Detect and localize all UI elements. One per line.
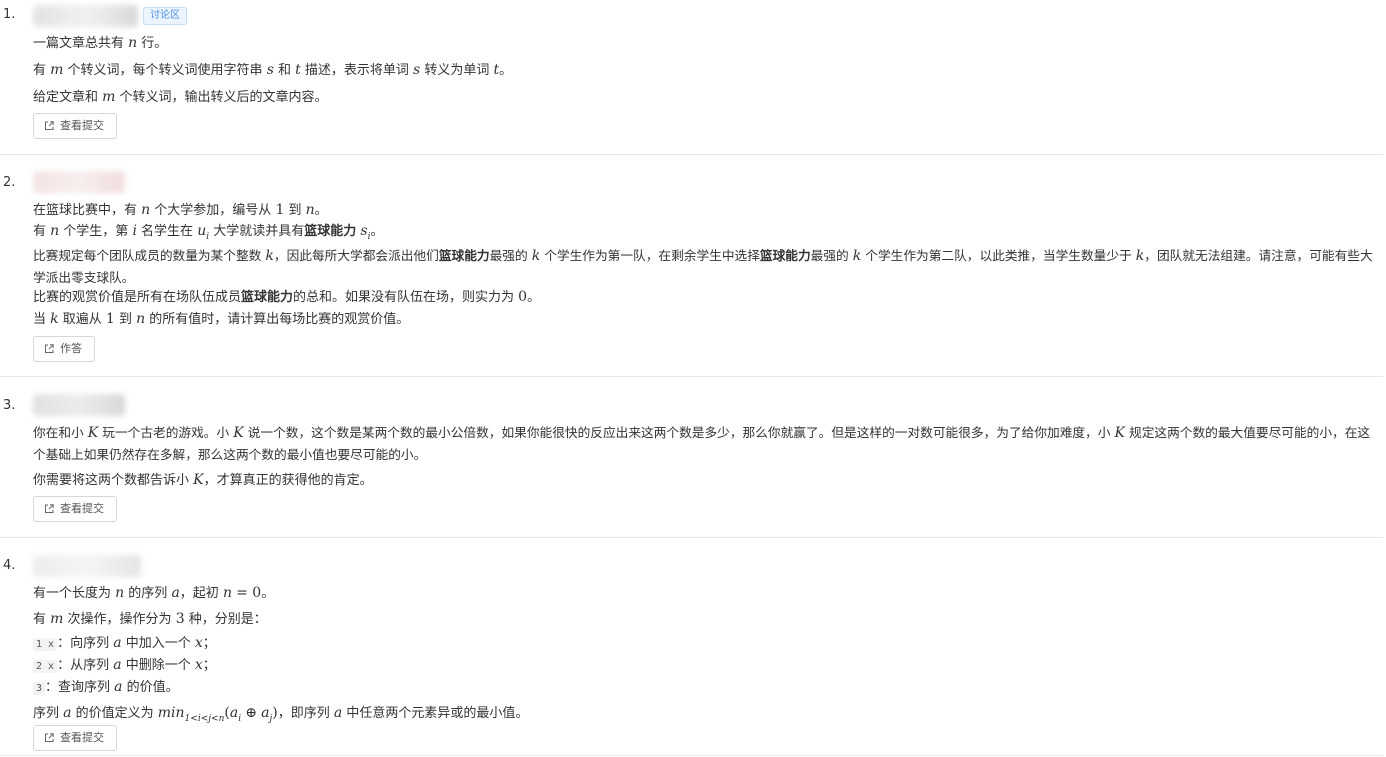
problem-title-redacted[interactable]	[33, 5, 138, 27]
external-link-icon	[45, 504, 54, 513]
problem-number: 1.	[3, 7, 16, 22]
problem-statement-line: 当 k 取遍从 1 到 n 的所有值时，请计算出每场比赛的观赏价值。	[33, 311, 410, 327]
problem-statement-line: 3 ：查询序列 a 的价值。	[33, 678, 1377, 698]
button-label: 查看提交	[60, 731, 104, 744]
problem-title-redacted[interactable]	[33, 394, 125, 416]
problem-card-4: 4. 有一个长度为 n 的序列 a，起初 n = 0。 有 m 次操作，操作分为…	[0, 538, 1383, 756]
problem-statement-line: 比赛规定每个团队成员的数量为某个整数 k，因此每所大学都会派出他们篮球能力最强的…	[33, 248, 1373, 285]
problem-statement-line: 你需要将这两个数都告诉小 K，才算真正的获得他的肯定。	[33, 472, 373, 488]
problem-statement-line: 你在和小 K 玩一个古老的游戏。小 K 说一个数，这个数是某两个数的最小公倍数，…	[33, 425, 1371, 462]
problem-statement-line: 有一个长度为 n 的序列 a，起初 n = 0。	[33, 585, 275, 601]
external-link-icon	[45, 344, 54, 353]
problem-statement-line: 给定文章和 m 个转义词，输出转义后的文章内容。	[33, 89, 328, 105]
discussion-tag[interactable]: 讨论区	[143, 7, 187, 25]
button-label: 查看提交	[60, 502, 104, 515]
problem-statement-line: 序列 a 的价值定义为 min1<i<j<n(ai ⊕ aj)，即序列 a 中任…	[33, 705, 529, 724]
problem-statement-line: 1 x ：向序列 a 中加入一个 x；	[33, 634, 1377, 654]
problem-title-redacted[interactable]	[33, 171, 125, 193]
view-submissions-button[interactable]: 查看提交	[33, 113, 117, 139]
problem-number: 2.	[3, 175, 16, 190]
answer-button[interactable]: 作答	[33, 336, 95, 362]
problem-title-redacted[interactable]	[33, 555, 141, 577]
button-label: 查看提交	[60, 119, 104, 132]
problem-statement-line: 一篇文章总共有 n 行。	[33, 35, 168, 51]
view-submissions-button[interactable]: 查看提交	[33, 725, 117, 751]
problem-statement-line: 2 x ：从序列 a 中删除一个 x；	[33, 656, 1377, 676]
problem-statement-line: 有 m 个转义词，每个转义词使用字符串 s 和 t 描述，表示将单词 s 转义为…	[33, 62, 513, 78]
external-link-icon	[45, 121, 54, 130]
problem-card-2: 2. 在篮球比赛中，有 n 个大学参加，编号从 1 到 n。 有 n 个学生，第…	[0, 155, 1383, 377]
problem-statement-line: 比赛的观赏价值是所有在场队伍成员篮球能力的总和。如果没有队伍在场，则实力为 0。	[33, 289, 541, 305]
external-link-icon	[45, 733, 54, 742]
problem-number: 4.	[3, 558, 16, 573]
problem-statement-line: 有 n 个学生，第 i 名学生在 ui 大学就读并具有篮球能力 si。	[33, 223, 384, 242]
button-label: 作答	[60, 342, 82, 355]
problem-card-1: 1. 讨论区 一篇文章总共有 n 行。 有 m 个转义词，每个转义词使用字符串 …	[0, 0, 1383, 155]
problem-card-3: 3. 你在和小 K 玩一个古老的游戏。小 K 说一个数，这个数是某两个数的最小公…	[0, 377, 1383, 538]
problem-statement-line: 在篮球比赛中，有 n 个大学参加，编号从 1 到 n。	[33, 202, 328, 218]
problem-statement-line: 有 m 次操作，操作分为 3 种，分别是：	[33, 611, 267, 627]
view-submissions-button[interactable]: 查看提交	[33, 496, 117, 522]
problem-number: 3.	[3, 398, 16, 413]
